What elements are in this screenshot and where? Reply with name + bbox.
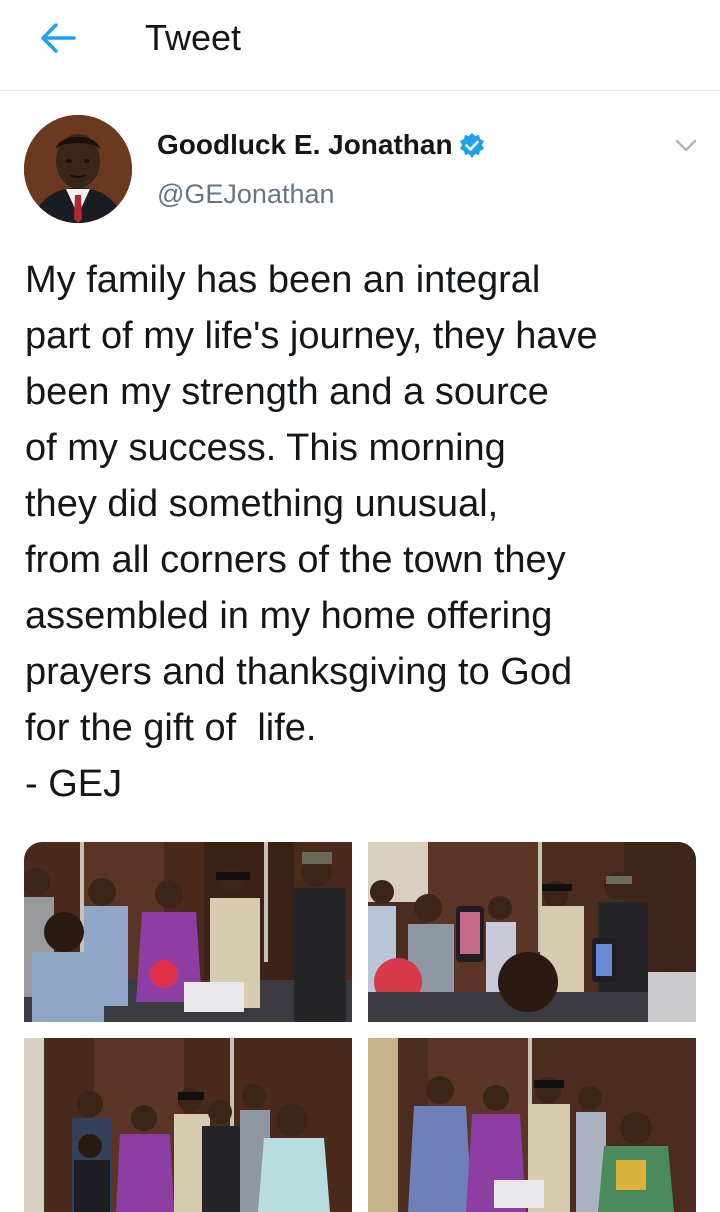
tweet-text-line: from all corners of the town they — [25, 539, 566, 581]
verified-badge-icon — [460, 133, 484, 158]
avatar-image — [24, 115, 132, 223]
tweet-text-line: for the gift of life. — [25, 707, 317, 749]
family-photo-image — [24, 842, 352, 1022]
tweet-photo-2[interactable] — [368, 842, 696, 1022]
tweet-photo-1[interactable] — [24, 842, 352, 1022]
tweet-text-line: part of my life's journey, they have — [25, 315, 598, 357]
tweet-text: My family has been an integral part of m… — [25, 252, 705, 812]
tweet-text-line: been my strength and a source — [25, 371, 549, 413]
tweet-text-line: - GEJ — [25, 763, 123, 805]
tweet-text-line: they did something unusual, — [25, 483, 499, 525]
more-options-button[interactable] — [670, 130, 702, 162]
author-handle[interactable]: @GEJonathan — [157, 177, 335, 211]
tweet-photo-4[interactable] — [368, 1038, 696, 1212]
page-title: Tweet — [145, 17, 242, 58]
back-arrow-icon — [41, 23, 76, 53]
top-bar: Tweet — [0, 0, 720, 91]
family-photo-image — [368, 1038, 696, 1212]
chevron-down-icon — [675, 139, 697, 152]
avatar[interactable] — [24, 115, 132, 223]
tweet-text-line: assembled in my home offering — [25, 595, 553, 637]
family-photo-image — [368, 842, 696, 1022]
tweet-photo-3[interactable] — [24, 1038, 352, 1212]
tweet-text-line: of my success. This morning — [25, 427, 506, 469]
back-button[interactable] — [36, 18, 80, 58]
tweet-text-line: prayers and thanksgiving to God — [25, 651, 573, 693]
author-name[interactable]: Goodluck E. Jonathan — [157, 128, 453, 162]
family-photo-image — [24, 1038, 352, 1212]
tweet-text-line: My family has been an integral — [25, 259, 541, 301]
